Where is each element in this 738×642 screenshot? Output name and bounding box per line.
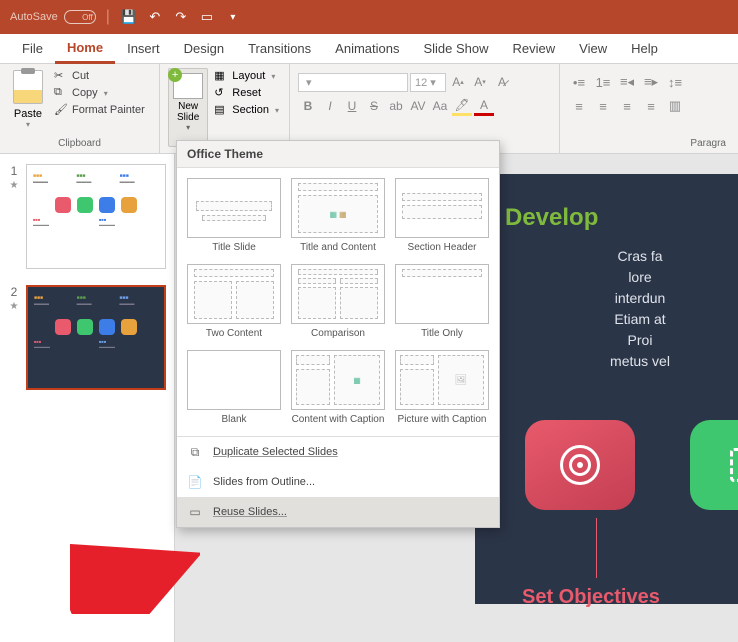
current-slide[interactable]: Develop Cras fa lore interdun Etiam at P…: [475, 174, 738, 604]
document-icon: [730, 448, 738, 482]
layout-content-caption[interactable]: ▦ Content with Caption: [287, 346, 389, 430]
tab-view[interactable]: View: [567, 34, 619, 64]
target-icon: [560, 445, 600, 485]
tab-insert[interactable]: Insert: [115, 34, 172, 64]
tab-review[interactable]: Review: [501, 34, 568, 64]
undo-icon[interactable]: ↶: [146, 8, 164, 26]
duplicate-slides-action[interactable]: ⧉ Duplicate Selected Slides: [177, 437, 499, 467]
thumbnail-1[interactable]: 1★ ■■■▬▬▬ ■■■▬▬▬ ■■■▬▬▬ ■■■▬▬▬▬ ■■■▬▬▬▬: [8, 164, 166, 269]
reset-icon: ↺: [214, 86, 228, 100]
outline-icon: 📄: [187, 474, 203, 490]
copy-button[interactable]: ⧉Copy▾: [52, 85, 147, 101]
line-spacing-button[interactable]: ↕≡: [664, 72, 686, 92]
indent-left-button[interactable]: ≡◂: [616, 72, 638, 92]
format-painter-button[interactable]: 🖌Format Painter: [52, 102, 147, 118]
font-size-combo[interactable]: 12 ▾: [410, 73, 446, 92]
tab-home[interactable]: Home: [55, 34, 115, 64]
increase-font-icon[interactable]: A▴: [448, 72, 468, 92]
autosave-toggle[interactable]: Off: [64, 10, 96, 24]
brush-icon: 🖌: [54, 103, 68, 117]
layout-title-slide[interactable]: Title Slide: [183, 174, 285, 258]
indent-right-button[interactable]: ≡▸: [640, 72, 662, 92]
layout-two-content[interactable]: Two Content: [183, 260, 285, 344]
paste-button[interactable]: Paste ▾: [8, 68, 48, 136]
section-button[interactable]: ▤Section▾: [212, 102, 281, 118]
spacing-button[interactable]: AV: [408, 96, 428, 116]
save-icon[interactable]: 💾: [120, 8, 138, 26]
clipboard-group: Paste ▾ ✂Cut ⧉Copy▾ 🖌Format Painter Clip…: [0, 64, 160, 153]
columns-button[interactable]: ▥: [664, 96, 686, 116]
reuse-icon: ▭: [187, 504, 203, 520]
reuse-slides-action[interactable]: ▭ Reuse Slides...: [177, 497, 499, 527]
slides-from-outline-action[interactable]: 📄 Slides from Outline...: [177, 467, 499, 497]
tab-animations[interactable]: Animations: [323, 34, 411, 64]
ribbon-tabs: File Home Insert Design Transitions Anim…: [0, 34, 738, 64]
font-color-button[interactable]: A: [474, 96, 494, 116]
case-button[interactable]: Aa: [430, 96, 450, 116]
star-icon: ★: [10, 180, 19, 191]
layout-blank[interactable]: Blank: [183, 346, 285, 430]
connector-line: [596, 518, 597, 578]
align-right-button[interactable]: ≡: [616, 96, 638, 116]
paste-icon: [13, 70, 43, 104]
autosave-control[interactable]: AutoSave Off: [10, 10, 96, 24]
clear-formatting-icon[interactable]: A̷: [492, 72, 512, 92]
objective-pill-red: [525, 420, 635, 510]
italic-button[interactable]: I: [320, 96, 340, 116]
objective-pill-green: [690, 420, 738, 510]
slideshow-icon[interactable]: ▭: [198, 8, 216, 26]
autosave-label: AutoSave: [10, 11, 58, 23]
paragraph-group-label: Paragra: [568, 136, 730, 151]
justify-button[interactable]: ≡: [640, 96, 662, 116]
new-slide-button[interactable]: New Slide ▾: [168, 68, 208, 147]
tab-file[interactable]: File: [10, 34, 55, 64]
bold-button[interactable]: B: [298, 96, 318, 116]
cut-button[interactable]: ✂Cut: [52, 68, 147, 84]
font-family-combo[interactable]: ▾: [298, 73, 408, 92]
dropdown-header: Office Theme: [177, 141, 499, 168]
duplicate-icon: ⧉: [187, 444, 203, 460]
section-icon: ▤: [214, 103, 228, 117]
copy-icon: ⧉: [54, 86, 68, 100]
layout-title-content[interactable]: ▦▦ Title and Content: [287, 174, 389, 258]
star-icon: ★: [10, 301, 19, 312]
more-icon[interactable]: ▾: [224, 8, 242, 26]
annotation-arrow: [70, 544, 200, 614]
highlight-button[interactable]: 🖊: [452, 96, 472, 116]
numbering-button[interactable]: 1≡: [592, 72, 614, 92]
tab-slideshow[interactable]: Slide Show: [411, 34, 500, 64]
set-objectives-label: Set Objectives: [522, 586, 660, 609]
align-center-button[interactable]: ≡: [592, 96, 614, 116]
layout-comparison[interactable]: Comparison: [287, 260, 389, 344]
layout-section-header[interactable]: Section Header: [391, 174, 493, 258]
title-bar: AutoSave Off | 💾 ↶ ↷ ▭ ▾: [0, 0, 738, 34]
layout-icon: ▦: [214, 69, 228, 83]
layout-button[interactable]: ▦Layout▾: [212, 68, 281, 84]
layout-title-only[interactable]: Title Only: [391, 260, 493, 344]
paragraph-group: •≡ 1≡ ≡◂ ≡▸ ↕≡ ≡ ≡ ≡ ≡ ▥ Paragra: [560, 64, 738, 153]
new-slide-icon: [173, 73, 203, 99]
tab-help[interactable]: Help: [619, 34, 670, 64]
tab-transitions[interactable]: Transitions: [236, 34, 323, 64]
reset-button[interactable]: ↺Reset: [212, 85, 281, 101]
shadow-button[interactable]: ab: [386, 96, 406, 116]
layout-picture-caption[interactable]: 🖼 Picture with Caption: [391, 346, 493, 430]
redo-icon[interactable]: ↷: [172, 8, 190, 26]
bullets-button[interactable]: •≡: [568, 72, 590, 92]
underline-button[interactable]: U: [342, 96, 362, 116]
strikethrough-button[interactable]: S: [364, 96, 384, 116]
slide-title: Develop: [505, 204, 738, 232]
new-slide-dropdown: Office Theme Title Slide ▦▦ Title and Co…: [176, 140, 500, 528]
decrease-font-icon[interactable]: A▾: [470, 72, 490, 92]
clipboard-group-label: Clipboard: [8, 136, 151, 151]
scissors-icon: ✂: [54, 69, 68, 83]
align-left-button[interactable]: ≡: [568, 96, 590, 116]
thumbnail-2[interactable]: 2★ ■■■▬▬▬ ■■■▬▬▬ ■■■▬▬▬ ■■■▬▬▬▬ ■■■▬▬▬▬: [8, 285, 166, 390]
tab-design[interactable]: Design: [172, 34, 236, 64]
slide-body: Cras fa lore interdun Etiam at Proi metu…: [505, 246, 738, 372]
